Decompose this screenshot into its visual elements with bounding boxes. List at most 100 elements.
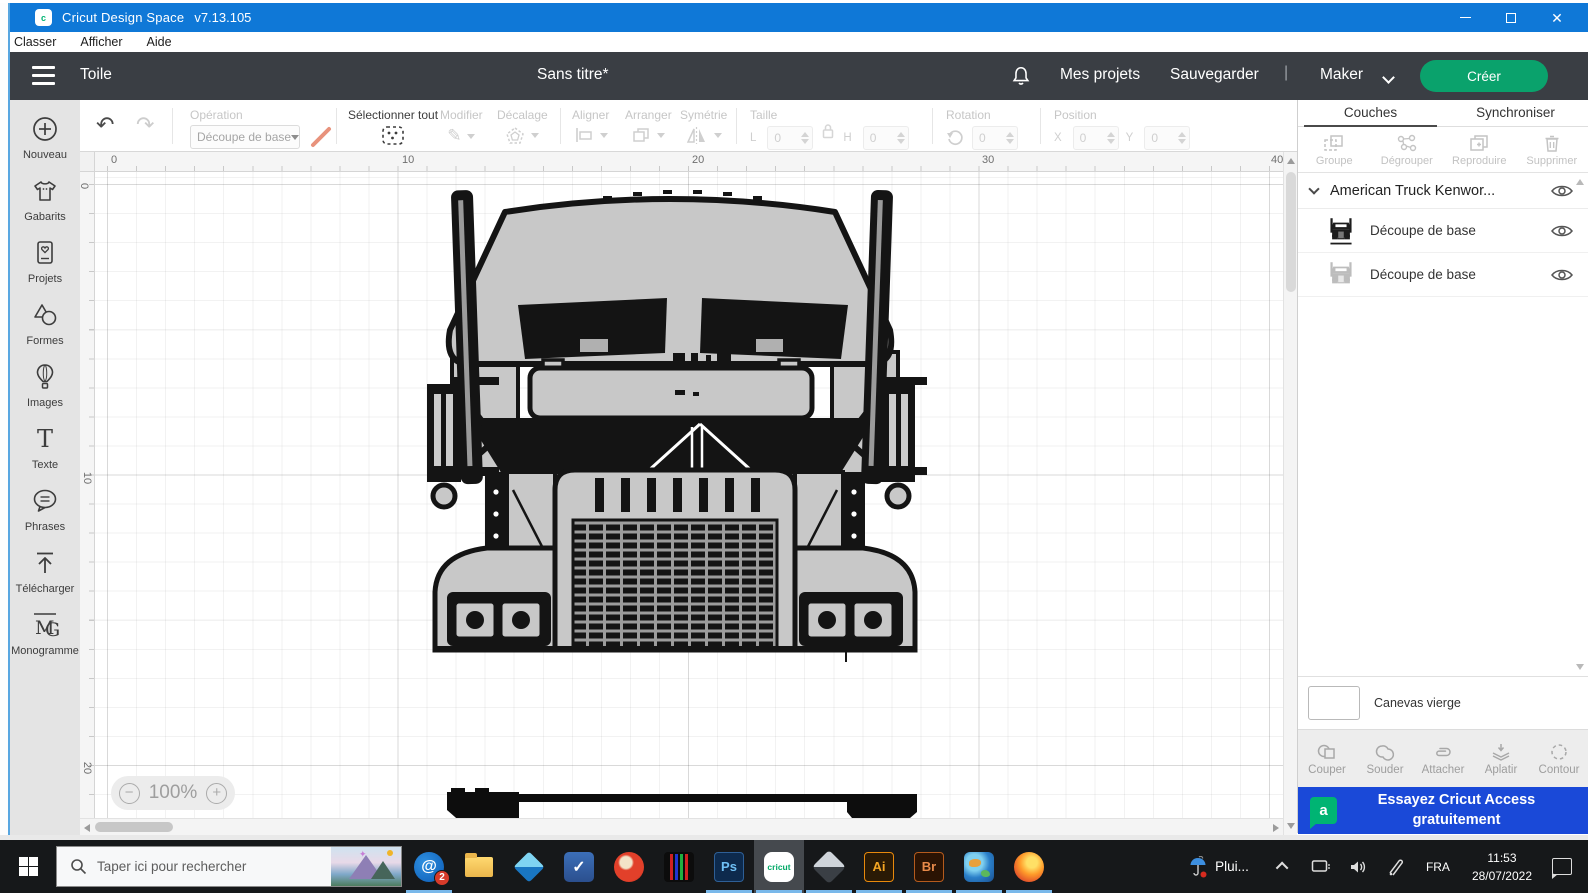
machine-selector[interactable]: Maker [1320,66,1363,84]
taskbar-app-stripes[interactable] [654,840,704,893]
zoom-out-button[interactable]: − [118,782,140,804]
redo-button[interactable]: ↷ [136,114,154,137]
my-projects-link[interactable]: Mes projets [1060,66,1140,84]
tray-overflow-icon[interactable] [1275,861,1289,875]
visibility-eye-icon[interactable] [1550,223,1574,239]
taskbar-app-illustrator[interactable]: Ai [854,840,904,893]
x-stepper[interactable] [1106,132,1115,144]
taskbar-app-cube[interactable] [504,840,554,893]
rotation-stepper[interactable] [1006,132,1014,144]
flatten-button[interactable]: Aplatir [1472,742,1530,776]
align-dropdown[interactable]: Aligner [572,108,609,144]
taskbar-app-inkscape[interactable] [804,840,854,893]
taskbar-app-browser[interactable] [604,840,654,893]
menu-classer[interactable]: Classer [14,35,56,49]
taskbar-app-check[interactable]: ✓ [554,840,604,893]
taskbar-app-photoshop[interactable]: Ps [704,840,754,893]
maximize-button[interactable] [1488,3,1534,32]
taskbar-search[interactable]: ✦ [56,846,402,887]
scroll-up-icon[interactable] [1287,158,1295,164]
search-highlights-image[interactable]: ✦ [331,847,401,886]
minimize-button[interactable] [1442,3,1488,32]
taskbar-app-globe[interactable] [954,840,1004,893]
display-tray-icon[interactable] [1311,859,1331,875]
weather-widget[interactable]: Plui... [1189,855,1249,878]
language-indicator[interactable]: FRA [1426,860,1450,874]
scroll-right-icon[interactable] [1273,824,1279,832]
ungroup-button[interactable]: Dégrouper [1371,133,1444,167]
arrange-dropdown[interactable]: Arranger [625,108,672,144]
layer-row-2[interactable]: Découpe de base [1298,253,1588,297]
vertical-scrollbar[interactable] [1283,152,1297,835]
taskbar-app-cricut[interactable]: cricut [754,840,804,893]
lock-icon[interactable] [820,122,836,140]
menu-afficher[interactable]: Afficher [80,35,122,49]
volume-icon[interactable] [1349,859,1369,875]
slice-button[interactable]: Couper [1298,742,1356,776]
cricut-access-banner[interactable]: a Essayez Cricut Access gratuitement [1298,787,1588,834]
mirror-dropdown[interactable]: Symétrie [680,108,727,145]
sidebar-item-phrases[interactable]: Phrases [10,486,80,533]
canvas-color-swatch[interactable] [1308,686,1360,720]
width-stepper[interactable] [801,132,810,144]
sidebar-item-gabarits[interactable]: Gabarits [10,176,80,223]
action-center-icon[interactable] [1552,858,1572,879]
undo-button[interactable]: ↶ [96,114,114,137]
y-stepper[interactable] [1178,132,1187,144]
x-input[interactable]: 0 [1072,126,1119,150]
canvas-layer-row[interactable]: Canevas vierge [1298,677,1588,729]
sidebar-item-monogramme[interactable]: MG Monogramme [10,610,80,657]
hamburger-menu-icon[interactable] [32,66,55,85]
scroll-down-icon[interactable] [1287,823,1295,829]
height-stepper[interactable] [896,132,905,144]
attach-button[interactable]: Attacher [1414,742,1472,776]
select-all-button[interactable]: Sélectionner tout [348,108,438,153]
vertical-scroll-thumb[interactable] [1286,172,1296,292]
sidebar-item-projets[interactable]: Projets [10,238,80,285]
offset-dropdown[interactable]: Décalage [497,108,548,145]
panel-scroll-down-icon[interactable] [1576,664,1584,670]
weld-button[interactable]: Souder [1356,742,1414,776]
taskbar-app-explorer[interactable] [454,840,504,893]
create-button[interactable]: Créer [1420,60,1548,92]
layer-row-1[interactable]: Découpe de base [1298,209,1588,253]
chevron-down-icon[interactable] [1308,182,1320,195]
horizontal-scrollbar[interactable] [80,818,1283,835]
visibility-eye-icon[interactable] [1550,267,1574,283]
layer-group-header[interactable]: American Truck Kenwor... [1298,173,1588,209]
sidebar-item-nouveau[interactable]: Nouveau [10,114,80,161]
sidebar-item-telecharger[interactable]: Télécharger [10,548,80,595]
taskbar-clock[interactable]: 11:53 28/07/2022 [1472,849,1532,885]
start-button[interactable] [0,840,56,893]
taskbar-app-mail[interactable]: @ 2 [404,840,454,893]
horizontal-scroll-thumb[interactable] [95,822,173,832]
panel-scroll-up-icon[interactable] [1576,179,1584,185]
tab-couches[interactable]: Couches [1298,100,1443,127]
sidebar-item-texte[interactable]: T Texte [10,424,80,471]
notifications-bell-icon[interactable] [1010,65,1032,87]
delete-button[interactable]: Supprimer [1516,133,1588,167]
zoom-in-button[interactable]: + [206,782,228,804]
document-title[interactable]: Sans titre* [537,66,609,84]
sidebar-item-images[interactable]: Images [10,362,80,409]
bumper-design-artwork[interactable] [95,172,1283,818]
group-button[interactable]: Groupe [1298,133,1371,167]
search-input[interactable] [97,859,287,874]
sidebar-item-formes[interactable]: Formes [10,300,80,347]
chevron-down-icon[interactable] [1382,71,1395,84]
duplicate-button[interactable]: Reproduire [1443,133,1516,167]
canvas-nav-label[interactable]: Toile [80,66,112,84]
taskbar-app-bridge[interactable]: Br [904,840,954,893]
visibility-eye-icon[interactable] [1550,183,1574,199]
taskbar-app-firefox[interactable] [1004,840,1054,893]
menu-aide[interactable]: Aide [147,35,172,49]
height-input[interactable]: 0 [862,126,909,150]
scroll-left-icon[interactable] [84,824,90,832]
pen-tray-icon[interactable] [1387,858,1405,876]
tab-synchroniser[interactable]: Synchroniser [1443,100,1588,126]
edit-dropdown[interactable]: Modifier ✎ [440,108,483,146]
design-canvas[interactable]: − 100% + [95,172,1283,818]
save-link[interactable]: Sauvegarder [1170,66,1259,84]
width-input[interactable]: 0 [767,126,814,150]
close-button[interactable]: ✕ [1534,3,1580,32]
